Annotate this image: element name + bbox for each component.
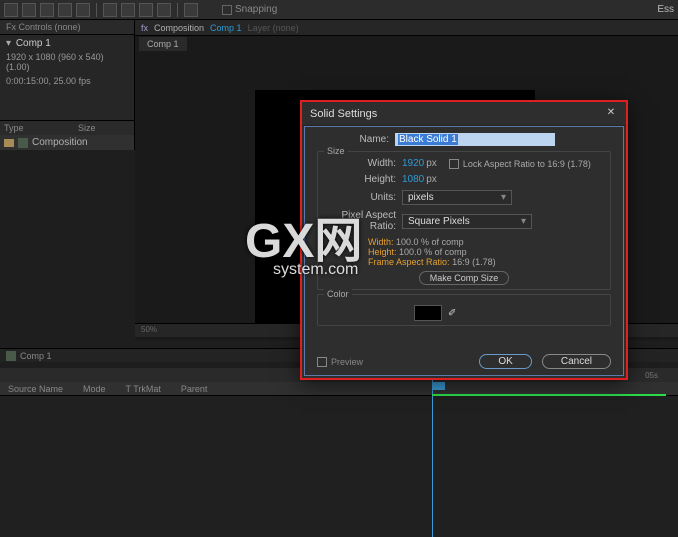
width-field[interactable]: 1920 (402, 158, 424, 169)
composition-icon (18, 138, 28, 148)
workspace-label[interactable]: Ess (657, 4, 674, 15)
dialog-title: Solid Settings (310, 108, 377, 120)
par-select[interactable]: Square Pixels ▾ (402, 214, 532, 229)
color-row: ✐ (414, 305, 604, 321)
close-icon[interactable]: ✕ (604, 107, 618, 121)
solid-settings-dialog: Solid Settings ✕ Name: Black Solid 1 Siz… (300, 100, 628, 380)
par-label: Pixel Aspect Ratio: (324, 210, 402, 232)
units-value: pixels (408, 192, 434, 203)
px-unit: px (426, 174, 437, 185)
tool-clone-icon[interactable] (157, 3, 171, 17)
preview-label: Preview (331, 357, 363, 367)
toolbar-separator (96, 3, 97, 17)
ok-button[interactable]: OK (479, 354, 531, 369)
units-select[interactable]: pixels ▾ (402, 190, 512, 205)
timeline-cached-bar (432, 394, 666, 396)
color-swatch[interactable] (414, 305, 442, 321)
col-type[interactable]: Type (4, 123, 64, 133)
snapping-toggle[interactable]: Snapping (222, 4, 277, 15)
composition-tab-name[interactable]: Comp 1 (210, 23, 242, 33)
par-value: Square Pixels (408, 216, 470, 227)
tool-zoom-icon[interactable] (40, 3, 54, 17)
project-panel: Type Size Composition (0, 120, 134, 150)
info-height: Height: 100.0 % of comp (324, 247, 604, 257)
project-columns: Type Size (0, 121, 134, 135)
dialog-body: Name: Black Solid 1 Size Width: 1920 px … (304, 126, 624, 376)
layer-tab[interactable]: Layer (none) (248, 23, 299, 33)
checkbox-icon (449, 159, 459, 169)
viewer-tabs: fx Composition Comp 1 Layer (none) (135, 20, 678, 36)
name-label: Name: (317, 134, 395, 145)
checkbox-icon (317, 357, 327, 367)
px-unit: px (426, 158, 437, 169)
eyedropper-icon[interactable]: ✐ (448, 308, 456, 319)
preview-toggle[interactable]: Preview (317, 357, 363, 367)
tool-brush-icon[interactable] (139, 3, 153, 17)
composition-icon (6, 351, 16, 361)
top-toolbar: Snapping Ess (0, 0, 678, 20)
header-mode[interactable]: Mode (83, 384, 106, 394)
make-comp-size-row: Make Comp Size (324, 271, 604, 285)
chevron-down-icon: ▾ (501, 192, 506, 203)
project-item-row[interactable]: Composition (0, 135, 134, 150)
comp-resolution: 1920 x 1080 (960 x 540) (1.00) (0, 52, 134, 76)
info-frame-aspect: Frame Aspect Ratio: 16:9 (1.78) (324, 257, 604, 267)
project-item-label: Composition (32, 137, 88, 148)
units-label: Units: (324, 192, 402, 203)
fx-badge: fx (141, 23, 148, 33)
name-field[interactable]: Black Solid 1 (395, 133, 555, 146)
effect-controls-tab[interactable]: Fx Controls (none) (0, 20, 134, 35)
composition-tab-prefix: Composition (154, 23, 204, 33)
header-parent[interactable]: Parent (181, 384, 208, 394)
tool-selection-icon[interactable] (4, 3, 18, 17)
height-field[interactable]: 1080 (402, 174, 424, 185)
timeline-tick: 05s (645, 371, 658, 380)
disclosure-triangle-icon: ▾ (6, 38, 11, 49)
color-section: Color ✐ (317, 294, 611, 326)
tool-shape-icon[interactable] (121, 3, 135, 17)
folder-icon (4, 139, 14, 147)
tool-text-icon[interactable] (76, 3, 90, 17)
col-size[interactable]: Size (78, 123, 96, 133)
snapping-checkbox-icon (222, 5, 232, 15)
color-section-label: Color (324, 289, 352, 299)
units-row: Units: pixels ▾ (324, 190, 604, 205)
width-label: Width: (324, 158, 402, 169)
header-source[interactable]: Source Name (8, 384, 63, 394)
tool-hand-icon[interactable] (22, 3, 36, 17)
toolbar-separator (177, 3, 178, 17)
size-section-label: Size (324, 146, 348, 156)
dialog-footer: Preview OK Cancel (317, 354, 611, 369)
chevron-down-icon: ▾ (521, 216, 526, 227)
comp-title[interactable]: ▾ Comp 1 (0, 35, 134, 52)
tool-pen-icon[interactable] (103, 3, 117, 17)
cancel-button[interactable]: Cancel (542, 354, 611, 369)
viewer-sub-tab[interactable]: Comp 1 (139, 37, 187, 51)
make-comp-size-button[interactable]: Make Comp Size (419, 271, 510, 285)
width-row: Width: 1920 px Lock Aspect Ratio to 16:9… (324, 158, 604, 169)
comp-name: Comp 1 (16, 38, 51, 49)
name-value: Black Solid 1 (398, 134, 458, 145)
tool-anchor-icon[interactable] (184, 3, 198, 17)
comp-fps: 0:00:15:00, 25.00 fps (0, 76, 134, 90)
timeline-playhead-icon[interactable] (433, 382, 445, 390)
par-row: Pixel Aspect Ratio: Square Pixels ▾ (324, 210, 604, 232)
timeline-tab[interactable]: Comp 1 (20, 351, 52, 361)
lock-aspect-toggle[interactable]: Lock Aspect Ratio to 16:9 (1.78) (449, 159, 591, 169)
snapping-label: Snapping (235, 4, 277, 15)
info-width: Width: 100.0 % of comp (324, 237, 604, 247)
size-section: Size Width: 1920 px Lock Aspect Ratio to… (317, 151, 611, 290)
name-row: Name: Black Solid 1 (317, 133, 611, 146)
zoom-readout[interactable]: 50% (141, 325, 157, 334)
height-row: Height: 1080 px (324, 174, 604, 185)
dialog-titlebar[interactable]: Solid Settings ✕ (302, 102, 626, 126)
timeline-body[interactable] (0, 396, 678, 537)
lock-aspect-label: Lock Aspect Ratio to 16:9 (1.78) (463, 159, 591, 169)
height-label: Height: (324, 174, 402, 185)
effect-controls-panel: Fx Controls (none) ▾ Comp 1 1920 x 1080 … (0, 20, 135, 150)
dialog-buttons: OK Cancel (479, 354, 611, 369)
tool-rotate-icon[interactable] (58, 3, 72, 17)
header-trkmat[interactable]: T TrkMat (126, 384, 161, 394)
